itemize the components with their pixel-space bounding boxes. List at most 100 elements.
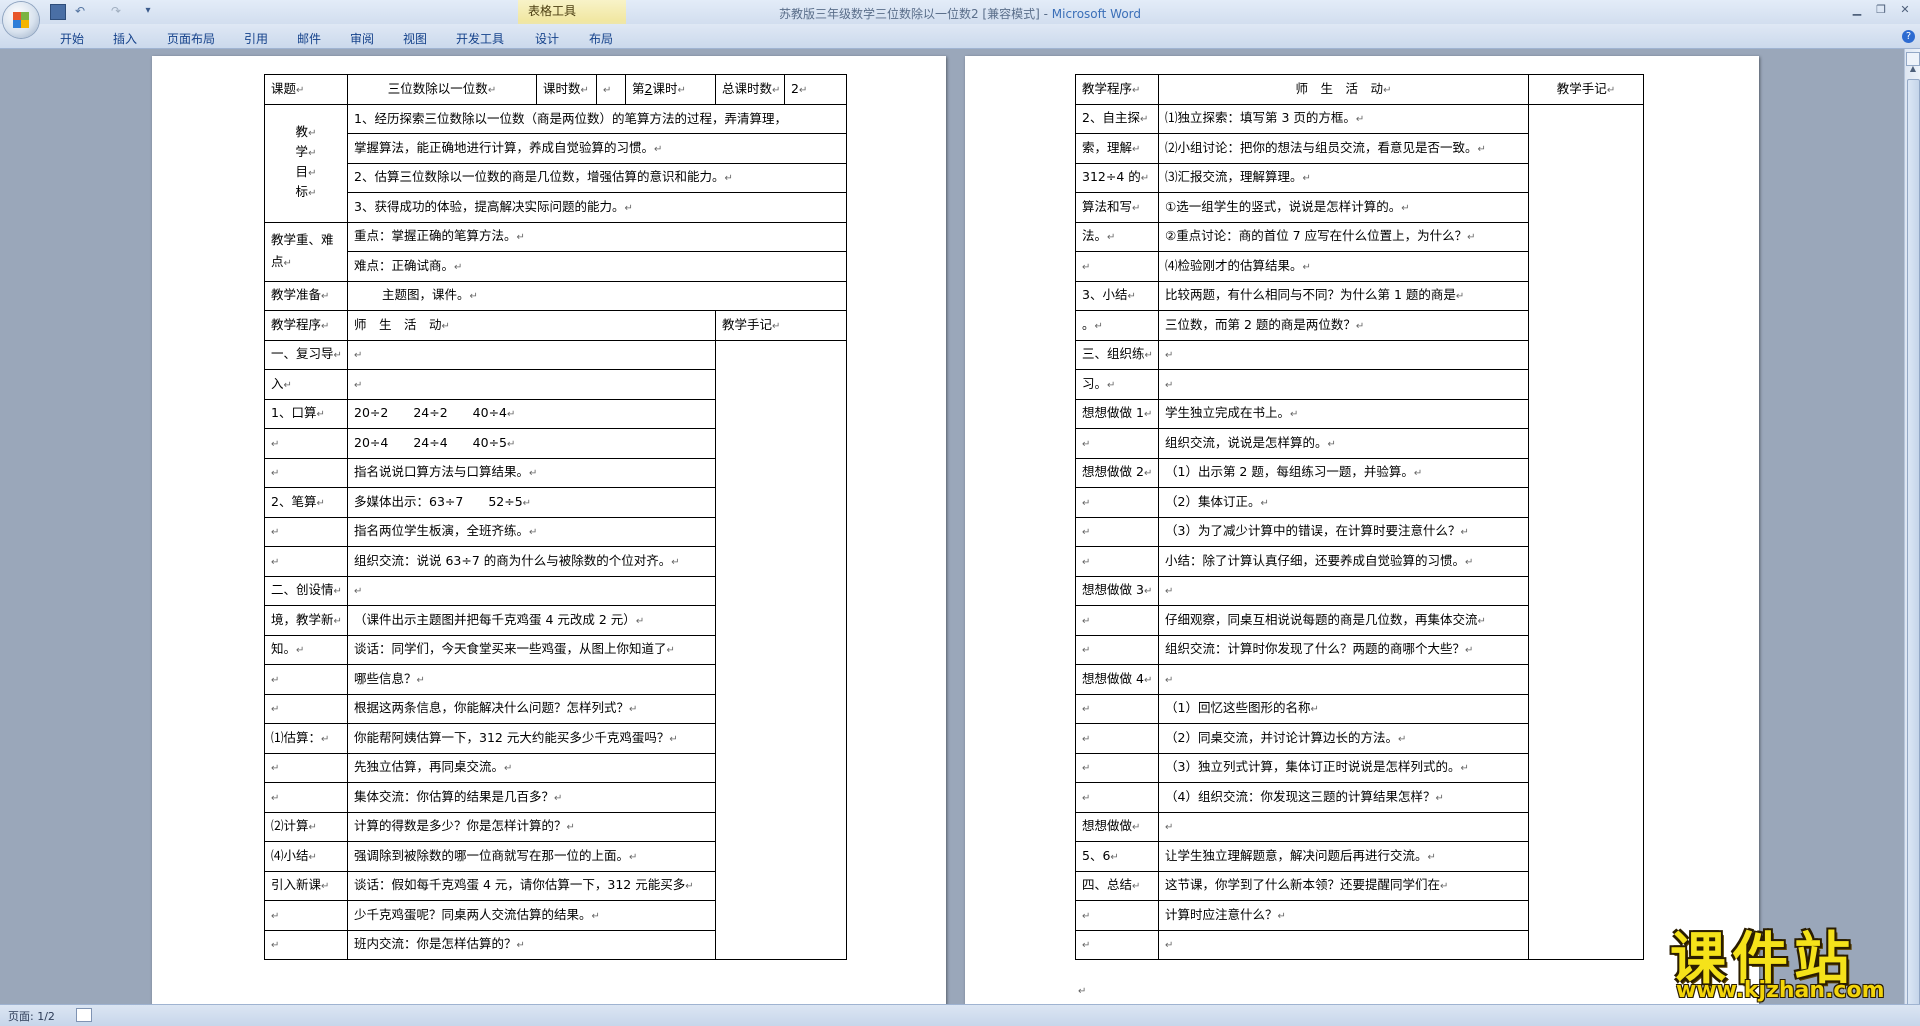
cell-activity[interactable]: ↵ xyxy=(1158,929,1529,960)
cell-step[interactable]: 想想做做 4↵ xyxy=(1075,664,1159,695)
cell-activity[interactable]: 多媒体出示：63÷7 52÷5↵ xyxy=(347,487,716,518)
cell-activity[interactable]: ⑷检验刚才的估算结果。↵ xyxy=(1158,251,1529,282)
cell-step[interactable]: ↵ xyxy=(1075,752,1159,783)
cell-activity[interactable]: 根据这两条信息，你能解决什么问题？怎样列式？↵ xyxy=(347,693,716,724)
cell-step[interactable]: ↵ xyxy=(1075,782,1159,813)
cell-step[interactable]: 想想做做 1↵ xyxy=(1075,398,1159,429)
column-header[interactable]: 教学手记↵ xyxy=(1528,74,1644,105)
cell-step[interactable]: 1、口算↵ xyxy=(264,398,348,429)
cell-step[interactable]: 想想做做 3↵ xyxy=(1075,575,1159,606)
cell-topic-label[interactable]: 课题↵ xyxy=(264,74,348,105)
cell-activity[interactable]: 三位数，而第 2 题的商是两位数？↵ xyxy=(1158,310,1529,341)
cell-activity[interactable]: 谈话：同学们，今天食堂买来一些鸡蛋，从图上你知道了↵ xyxy=(347,634,716,665)
cell-activity[interactable]: ⑶汇报交流，理解算理。↵ xyxy=(1158,162,1529,193)
cell-activity[interactable]: ↵ xyxy=(1158,575,1529,606)
cell-activity[interactable]: 强调除到被除数的哪一位商就写在那一位的上面。↵ xyxy=(347,841,716,872)
tab-developer[interactable]: 开发工具 xyxy=(456,30,504,47)
cell-notes[interactable] xyxy=(1528,103,1644,960)
page-count[interactable]: 页面: 1/2 xyxy=(8,1008,55,1024)
vertical-scrollbar[interactable]: ▲ xyxy=(1904,49,1920,1021)
cell-activity[interactable]: （3）独立列式计算，集体订正时说说是怎样列式的。↵ xyxy=(1158,752,1529,783)
cell-activity[interactable]: （1）回忆这些图形的名称↵ xyxy=(1158,693,1529,724)
cell-step[interactable]: 习。↵ xyxy=(1075,369,1159,400)
cell-activity[interactable]: 先独立估算，再同桌交流。↵ xyxy=(347,752,716,783)
column-header[interactable]: 教学程序↵ xyxy=(1075,74,1159,105)
cell-total-value[interactable]: 2↵ xyxy=(784,74,847,105)
minimize-icon[interactable]: ▁ xyxy=(1848,2,1866,18)
cell-activity[interactable]: ②重点讨论：商的首位 7 应写在什么位置上，为什么？↵ xyxy=(1158,221,1529,252)
cell-activity[interactable]: （1）出示第 2 题，每组练习一题，并验算。↵ xyxy=(1158,457,1529,488)
cell-activity[interactable]: ↵ xyxy=(1158,811,1529,842)
cell-focus-label[interactable]: 教学重、难点↵ xyxy=(264,221,348,282)
cell-step[interactable]: 想想做做 2↵ xyxy=(1075,457,1159,488)
cell-step[interactable]: 算法和写↵ xyxy=(1075,192,1159,223)
cell-activity[interactable]: ↵ xyxy=(347,369,716,400)
cell-activity[interactable]: 谈话：假如每千克鸡蛋 4 元，请你估算一下，312 元能买多↵ xyxy=(347,870,716,901)
cell-step[interactable]: 二、创设情↵ xyxy=(264,575,348,606)
cell-step[interactable]: 入↵ xyxy=(264,369,348,400)
tab-design[interactable]: 设计 xyxy=(535,30,559,47)
cell-step[interactable]: 5、6↵ xyxy=(1075,841,1159,872)
close-icon[interactable]: ✕ xyxy=(1896,2,1914,18)
cell-topic-value[interactable]: 三位数除以一位数↵ xyxy=(347,74,537,105)
cell-step[interactable]: ⑷小结↵ xyxy=(264,841,348,872)
tab-layout[interactable]: 布局 xyxy=(589,30,613,47)
cell-step[interactable]: 法。↵ xyxy=(1075,221,1159,252)
cell-activity[interactable]: ①选一组学生的竖式，说说是怎样计算的。↵ xyxy=(1158,192,1529,223)
cell-activity[interactable]: 组织交流：说说 63÷7 的商为什么与被除数的个位对齐。↵ xyxy=(347,546,716,577)
cell-activity[interactable]: 指名两位学生板演，全班齐练。↵ xyxy=(347,516,716,547)
column-header[interactable]: 师 生 活 动↵ xyxy=(1158,74,1529,105)
tab-view[interactable]: 视图 xyxy=(403,30,427,47)
cell-step[interactable]: ↵ xyxy=(264,782,348,813)
cell-step[interactable]: 四、总结↵ xyxy=(1075,870,1159,901)
cell-activity[interactable]: 组织交流，说说是怎样算的。↵ xyxy=(1158,428,1529,459)
cell-step[interactable]: 想想做做↵ xyxy=(1075,811,1159,842)
tab-page-layout[interactable]: 页面布局 xyxy=(167,30,215,47)
cell-activity[interactable]: ⑴独立探索：填写第 3 页的方框。↵ xyxy=(1158,103,1529,134)
cell-step[interactable]: ↵ xyxy=(264,752,348,783)
cell-step[interactable]: ↵ xyxy=(264,929,348,960)
tab-home[interactable]: 开始 xyxy=(60,30,84,47)
cell-activity[interactable]: （3）为了减少计算中的错误，在计算时要注意什么？↵ xyxy=(1158,516,1529,547)
cell-activity[interactable]: （2）同桌交流，并讨论计算边长的方法。↵ xyxy=(1158,723,1529,754)
cell-step[interactable]: ↵ xyxy=(1075,723,1159,754)
cell-activity[interactable]: ⑵小组讨论：把你的想法与组员交流，看意见是否一致。↵ xyxy=(1158,133,1529,164)
cell-periods-value[interactable]: ↵ xyxy=(596,74,626,105)
cell-goal[interactable]: 掌握算法，能正确地进行计算，养成自觉验算的习惯。↵ xyxy=(347,133,847,164)
cell-activity[interactable]: 计算的得数是多少？你是怎样计算的？↵ xyxy=(347,811,716,842)
cell-total-label[interactable]: 总课时数↵ xyxy=(715,74,785,105)
cell-focus[interactable]: 重点：掌握正确的笔算方法。↵ xyxy=(347,221,847,252)
cell-activity[interactable]: ↵ xyxy=(347,575,716,606)
cell-step[interactable]: 3、小结↵ xyxy=(1075,280,1159,311)
column-header[interactable]: 师 生 活 动↵ xyxy=(347,310,716,341)
cell-focus[interactable]: 难点：正确试商。↵ xyxy=(347,251,847,282)
cell-activity[interactable]: 学生独立完成在书上。↵ xyxy=(1158,398,1529,429)
cell-step[interactable]: ⑴估算：↵ xyxy=(264,723,348,754)
cell-activity[interactable]: 组织交流：计算时你发现了什么？两题的商哪个大些？↵ xyxy=(1158,634,1529,665)
cell-step[interactable]: 2、笔算↵ xyxy=(264,487,348,518)
cell-step[interactable]: ⑵计算↵ xyxy=(264,811,348,842)
cell-activity[interactable]: 哪些信息？↵ xyxy=(347,664,716,695)
cell-step[interactable]: ↵ xyxy=(264,428,348,459)
cell-step[interactable]: ↵ xyxy=(1075,251,1159,282)
tab-references[interactable]: 引用 xyxy=(244,30,268,47)
cell-step[interactable]: ↵ xyxy=(1075,900,1159,931)
cell-step[interactable]: 索，理解↵ xyxy=(1075,133,1159,164)
cell-activity[interactable]: 20÷4 24÷4 40÷5↵ xyxy=(347,428,716,459)
cell-step[interactable]: ↵ xyxy=(1075,634,1159,665)
cell-activity[interactable]: 比较两题，有什么相同与不同？为什么第 1 题的商是↵ xyxy=(1158,280,1529,311)
cell-activity[interactable]: 仔细观察，同桌互相说说每题的商是几位数，再集体交流↵ xyxy=(1158,605,1529,636)
cell-activity[interactable]: 让学生独立理解题意，解决问题后再进行交流。↵ xyxy=(1158,841,1529,872)
cell-prep[interactable]: 主题图，课件。↵ xyxy=(347,280,847,311)
cell-step[interactable]: ↵ xyxy=(1075,693,1159,724)
cell-goal[interactable]: 3、获得成功的体验，提高解决实际问题的能力。↵ xyxy=(347,192,847,223)
cell-step[interactable]: 三、组织练↵ xyxy=(1075,339,1159,370)
cell-activity[interactable]: ↵ xyxy=(347,339,716,370)
restore-icon[interactable]: ❐ xyxy=(1872,2,1890,18)
cell-activity[interactable]: 班内交流：你是怎样估算的？↵ xyxy=(347,929,716,960)
office-button[interactable] xyxy=(3,2,39,38)
cell-step[interactable]: ↵ xyxy=(264,457,348,488)
cell-step[interactable]: ↵ xyxy=(1075,546,1159,577)
cell-prep-label[interactable]: 教学准备↵ xyxy=(264,280,348,311)
cell-step[interactable]: ↵ xyxy=(264,900,348,931)
